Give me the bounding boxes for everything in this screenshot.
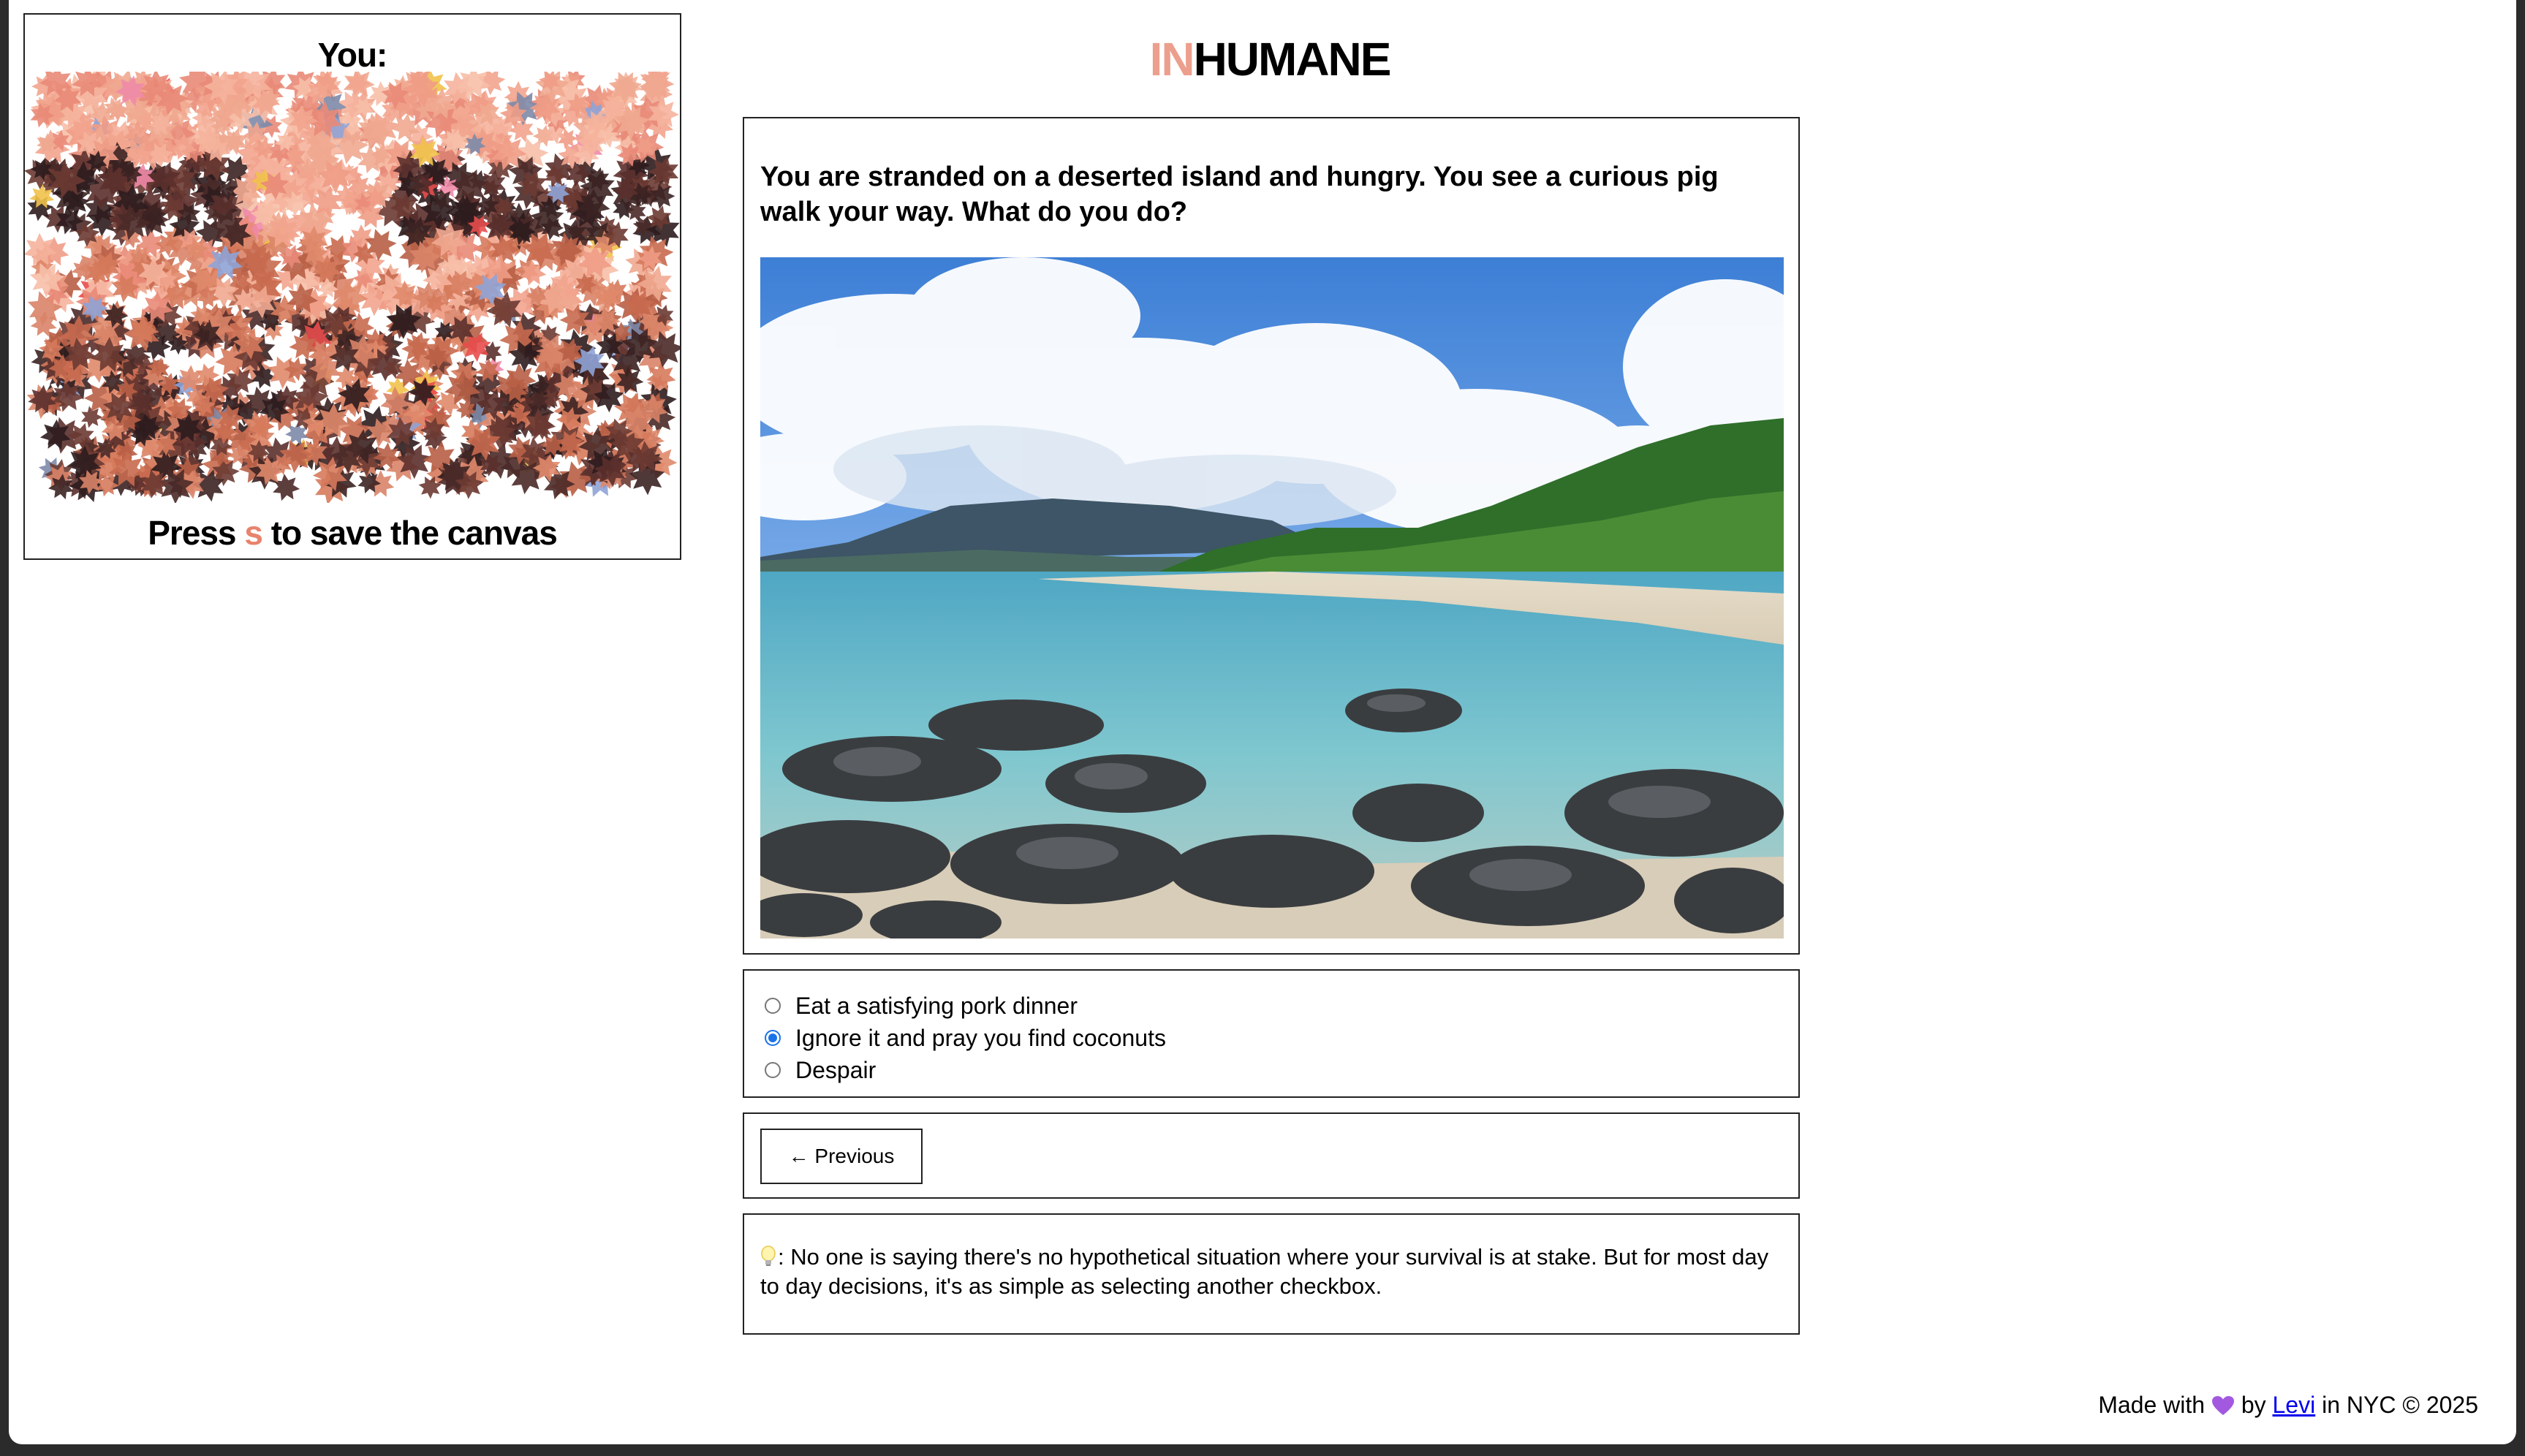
option-label: Ignore it and pray you find coconuts [795, 1024, 1166, 1051]
beach-photo [760, 257, 1784, 939]
option-label: Eat a satisfying pork dinner [795, 992, 1078, 1019]
save-hint: Press s to save the canvas [25, 513, 680, 553]
site-logo: INHUMANE [740, 32, 1800, 86]
footer: Made with by Levi in NYC © 2025 [2098, 1392, 2478, 1419]
option-coconuts[interactable]: Ignore it and pray you find coconuts [765, 1022, 1798, 1054]
options-card: Eat a satisfying pork dinner Ignore it a… [743, 969, 1800, 1098]
footer-prefix: Made with [2098, 1392, 2206, 1418]
logo-accent: IN [1149, 33, 1195, 86]
navigation-card: ← Previous [743, 1112, 1800, 1199]
question-card: You are stranded on a deserted island an… [743, 117, 1800, 955]
question-text: You are stranded on a deserted island an… [760, 162, 1719, 227]
save-hint-suffix: to save the canvas [270, 514, 558, 552]
radio-coconuts[interactable] [765, 1030, 781, 1046]
footer-suffix: in NYC © 2025 [2322, 1392, 2478, 1418]
tip-text: : No one is saying there's no hypothetic… [760, 1244, 1769, 1299]
option-pork-dinner[interactable]: Eat a satisfying pork dinner [765, 990, 1798, 1022]
logo-rest: HUMANE [1193, 33, 1392, 86]
save-hint-prefix: Press [148, 514, 236, 552]
radio-pork-dinner[interactable] [765, 998, 781, 1014]
tip-text-wrap: : No one is saying there's no hypothetic… [760, 1243, 1776, 1301]
option-label: Despair [795, 1056, 877, 1083]
lightbulb-icon [761, 1245, 776, 1266]
canvas-title: You: [317, 36, 388, 74]
save-key: s [244, 514, 263, 552]
canvas-panel: You: Press s to save the canvas [23, 13, 681, 560]
radio-despair[interactable] [765, 1062, 781, 1078]
page: You: Press s to save the canvas INHUMANE… [9, 0, 2516, 1444]
author-link[interactable]: Levi [2273, 1392, 2316, 1418]
footer-by: by [2241, 1392, 2266, 1418]
option-despair[interactable]: Despair [765, 1054, 1798, 1086]
tip-card: : No one is saying there's no hypothetic… [743, 1213, 1800, 1335]
purple-heart-icon [2211, 1396, 2234, 1415]
previous-button[interactable]: ← Previous [760, 1129, 923, 1184]
drawing-canvas[interactable] [25, 72, 680, 503]
